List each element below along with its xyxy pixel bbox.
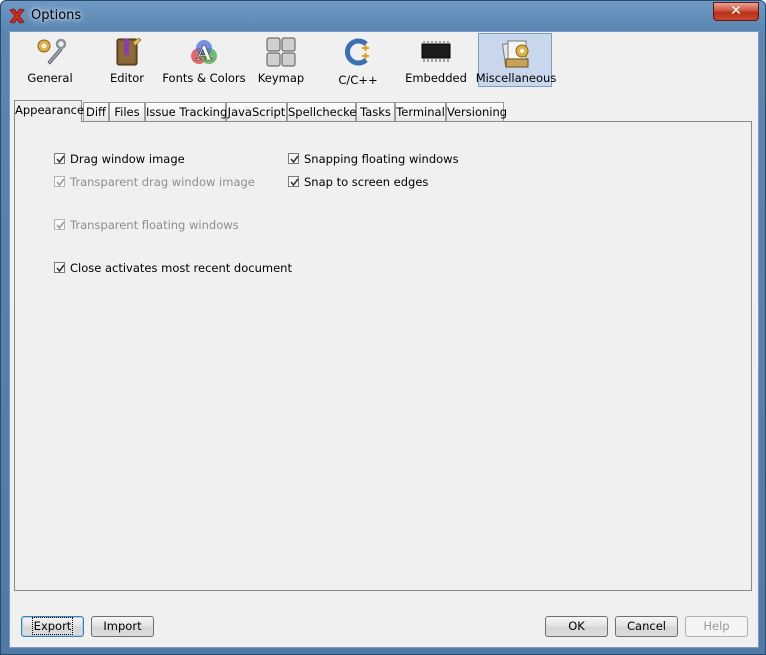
checkbox-label: Transparent floating windows (70, 218, 239, 232)
export-button-label: Export (31, 617, 74, 635)
checkbox-label: Transparent drag window image (70, 175, 255, 189)
tab-strip: Appearance Diff Files Issue Tracking Jav… (14, 100, 754, 122)
svg-text:A: A (195, 41, 212, 65)
close-icon: ✕ (730, 3, 742, 19)
category-label: Miscellaneous (475, 71, 557, 85)
checkmark-icon (56, 155, 65, 164)
app-logo-icon (9, 8, 25, 24)
category-keymap[interactable]: Keymap (244, 33, 318, 87)
checkbox-label: Snapping floating windows (304, 152, 459, 166)
ok-button[interactable]: OK (545, 616, 608, 637)
import-button[interactable]: Import (91, 616, 154, 637)
checkmark-icon (290, 178, 299, 187)
checkbox-box[interactable] (54, 176, 65, 187)
checkbox-box[interactable] (54, 153, 65, 164)
tab-spellchecker[interactable]: Spellchecker (287, 102, 361, 121)
notebook-pencil-icon (116, 37, 142, 66)
tab-javascript[interactable]: JavaScript (226, 102, 287, 121)
checkbox-label: Drag window image (70, 152, 185, 166)
wrench-gear-icon (37, 38, 66, 65)
tab-versioning[interactable]: Versioning (446, 102, 507, 121)
tab-issue-tracking[interactable]: Issue Tracking (145, 102, 227, 121)
checkbox-label: Snap to screen edges (304, 175, 429, 189)
checkbox-label: Close activates most recent document (70, 261, 292, 275)
checkbox-box[interactable] (288, 153, 299, 164)
tab-terminal[interactable]: Terminal (395, 102, 446, 121)
checkmark-icon (56, 221, 65, 230)
tab-tasks[interactable]: Tasks (356, 102, 395, 121)
category-general[interactable]: General (13, 33, 87, 87)
category-cpp[interactable]: C/C++ (321, 33, 395, 87)
keyboard-keys-icon (266, 37, 296, 67)
help-button-label: Help (703, 619, 730, 633)
cpp-icon (345, 38, 369, 66)
appearance-panel: Drag window image Transparent drag windo… (14, 121, 752, 591)
options-window: Options ✕ General Editor A Fonts & Color… (0, 0, 766, 655)
window-title: Options (31, 8, 82, 23)
import-button-label: Import (103, 619, 142, 633)
checkmark-icon (290, 155, 299, 164)
ok-button-label: OK (568, 619, 585, 633)
tab-files[interactable]: Files (109, 102, 145, 121)
help-button[interactable]: Help (685, 616, 748, 637)
checkbox-box[interactable] (54, 262, 65, 273)
cancel-button[interactable]: Cancel (615, 616, 678, 637)
chip-icon (421, 41, 451, 62)
misc-gears-icon (501, 40, 529, 68)
checkmark-icon (56, 178, 65, 187)
fonts-colors-icon: A (191, 40, 217, 65)
cancel-button-label: Cancel (627, 619, 666, 633)
category-editor[interactable]: Editor (90, 33, 164, 87)
title-bar[interactable]: Options ✕ (1, 1, 765, 31)
category-fonts-colors[interactable]: A Fonts & Colors (162, 33, 246, 87)
checkbox-box[interactable] (288, 176, 299, 187)
checkbox-box[interactable] (54, 219, 65, 230)
category-toolbar: General Editor A Fonts & Colors Keymap C… (10, 32, 758, 90)
close-button[interactable]: ✕ (713, 2, 759, 21)
export-button[interactable]: Export (21, 616, 84, 637)
tab-diff[interactable]: Diff (83, 102, 109, 121)
category-miscellaneous[interactable]: Miscellaneous (476, 33, 556, 87)
tab-appearance[interactable]: Appearance (14, 100, 84, 122)
checkmark-icon (56, 264, 65, 273)
category-embedded[interactable]: Embedded (399, 33, 473, 87)
dialog-content: General Editor A Fonts & Colors Keymap C… (9, 31, 759, 648)
